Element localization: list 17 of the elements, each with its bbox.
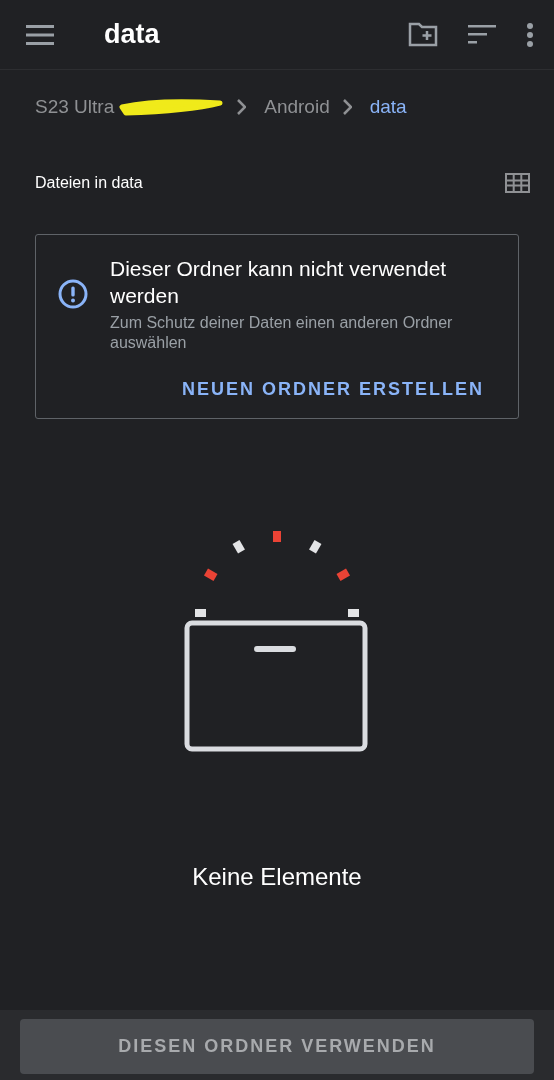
warning-message: Zum Schutz deiner Daten einen anderen Ordner auswählen [110, 313, 454, 353]
sort-button[interactable] [468, 24, 496, 45]
section-title: Dateien in data [35, 174, 143, 192]
menu-button[interactable] [26, 23, 54, 46]
toolbar-title: data [104, 19, 161, 50]
warning-title: Dieser Ordner kann nicht verwendet werden [110, 256, 448, 309]
chevron-icon [341, 99, 352, 115]
new-folder-button[interactable] [408, 22, 438, 47]
breadcrumb-item[interactable]: Android [264, 96, 330, 118]
create-folder-button[interactable]: NEUEN ORDNER ERSTELLEN [181, 379, 484, 400]
chevron-icon [236, 99, 247, 115]
breadcrumb-item[interactable]: S23 Ultra [35, 96, 115, 118]
empty-state-text: Keine Elemente [191, 863, 363, 891]
grid-view-button[interactable] [505, 173, 530, 193]
breadcrumb-item[interactable]: data [369, 96, 407, 118]
alert-icon [58, 279, 88, 309]
more-options-button[interactable] [526, 22, 534, 47]
